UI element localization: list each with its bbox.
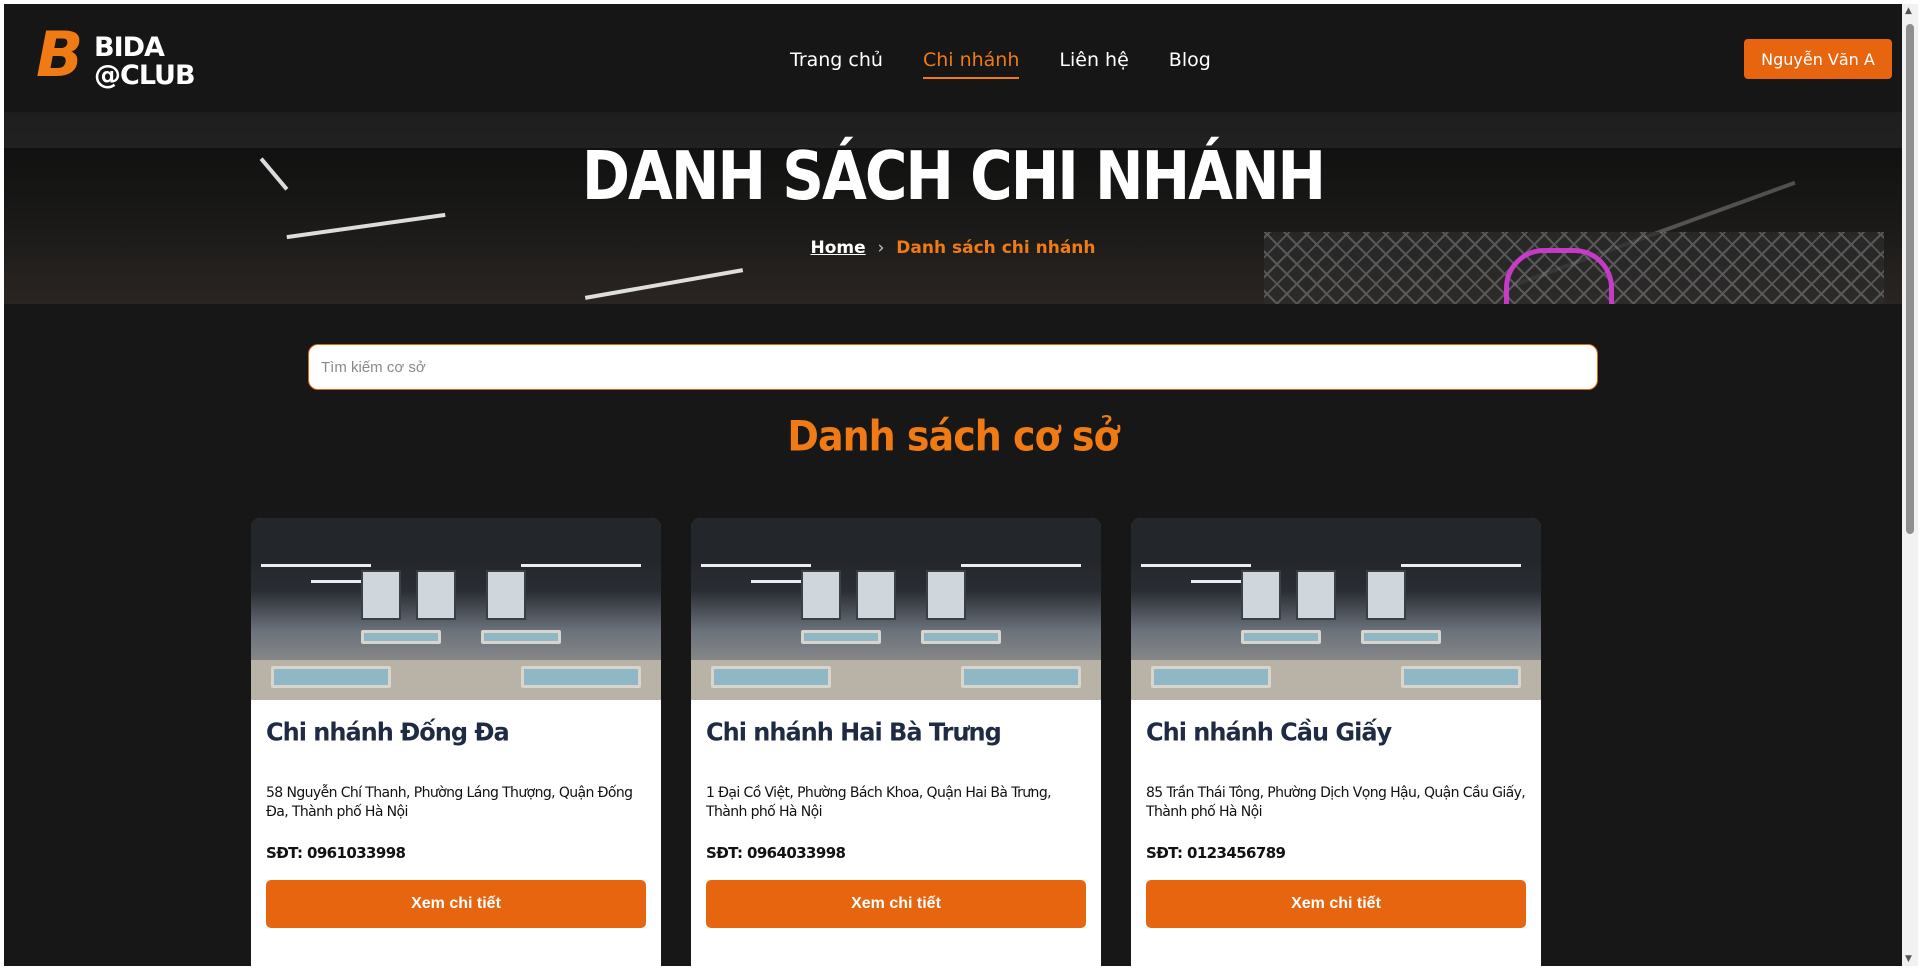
nav-blog[interactable]: Blog bbox=[1169, 49, 1211, 79]
branch-name: Chi nhánh Đống Đa bbox=[266, 717, 510, 747]
breadcrumb-separator-icon: › bbox=[877, 238, 885, 258]
scrollbar-thumb[interactable] bbox=[1906, 24, 1914, 534]
nav-contact[interactable]: Liên hệ bbox=[1059, 49, 1128, 79]
logo-letter: B bbox=[36, 18, 84, 91]
section-title: Danh sách cơ sở bbox=[787, 411, 1119, 461]
branch-photo bbox=[1131, 518, 1541, 700]
branch-photo bbox=[691, 518, 1101, 700]
branch-card: Chi nhánh Cầu Giấy 85 Trần Thái Tông, Ph… bbox=[1131, 518, 1541, 966]
branch-phone: SĐT: 0123456789 bbox=[1146, 844, 1286, 862]
scroll-up-icon[interactable]: ▲ bbox=[1905, 6, 1912, 16]
branch-phone: SĐT: 0964033998 bbox=[706, 844, 846, 862]
page-title: DANH SÁCH CHI NHÁNH bbox=[581, 136, 1326, 216]
breadcrumb-home-link[interactable]: Home bbox=[810, 238, 865, 258]
logo-word-club: @CLUB bbox=[94, 60, 196, 91]
branch-card: Chi nhánh Hai Bà Trưng 1 Đại Cồ Việt, Ph… bbox=[691, 518, 1101, 966]
nav-home[interactable]: Trang chủ bbox=[790, 49, 883, 79]
user-account-button[interactable]: Nguyễn Văn A bbox=[1744, 39, 1892, 79]
scroll-down-icon[interactable]: ▼ bbox=[1905, 954, 1912, 964]
search-input[interactable] bbox=[308, 344, 1598, 390]
branch-phone: SĐT: 0961033998 bbox=[266, 844, 406, 862]
ceiling-light bbox=[584, 268, 744, 300]
logo-word-bida: BIDA bbox=[94, 32, 165, 63]
branch-address: 1 Đại Cồ Việt, Phường Bách Khoa, Quận Ha… bbox=[706, 785, 1052, 820]
site-header: B BIDA @CLUB Trang chủ Chi nhánh Liên hệ… bbox=[4, 4, 1902, 112]
branch-name: Chi nhánh Hai Bà Trưng bbox=[706, 717, 1002, 747]
branch-address: 85 Trần Thái Tông, Phường Dịch Vọng Hậu,… bbox=[1146, 785, 1526, 820]
branch-name: Chi nhánh Cầu Giấy bbox=[1146, 717, 1392, 747]
page: B BIDA @CLUB Trang chủ Chi nhánh Liên hệ… bbox=[4, 4, 1902, 966]
main-nav: Trang chủ Chi nhánh Liên hệ Blog bbox=[790, 49, 1251, 79]
ceiling-light bbox=[286, 212, 446, 240]
branch-address: 58 Nguyễn Chí Thanh, Phường Láng Thượng,… bbox=[266, 785, 633, 820]
view-details-button[interactable]: Xem chi tiết bbox=[706, 880, 1086, 928]
view-details-button[interactable]: Xem chi tiết bbox=[1146, 880, 1526, 928]
breadcrumb: Home › Danh sách chi nhánh bbox=[4, 238, 1902, 258]
branch-card: Chi nhánh Đống Đa 58 Nguyễn Chí Thanh, P… bbox=[251, 518, 661, 966]
nav-branches[interactable]: Chi nhánh bbox=[922, 49, 1020, 79]
vertical-scrollbar[interactable]: ▲ ▼ bbox=[1902, 4, 1918, 966]
brand-logo[interactable]: B BIDA @CLUB bbox=[36, 24, 216, 92]
branch-photo bbox=[251, 518, 661, 700]
breadcrumb-current: Danh sách chi nhánh bbox=[896, 238, 1096, 258]
hero-banner: DANH SÁCH CHI NHÁNH Home › Danh sách chi… bbox=[4, 112, 1902, 304]
view-details-button[interactable]: Xem chi tiết bbox=[266, 880, 646, 928]
